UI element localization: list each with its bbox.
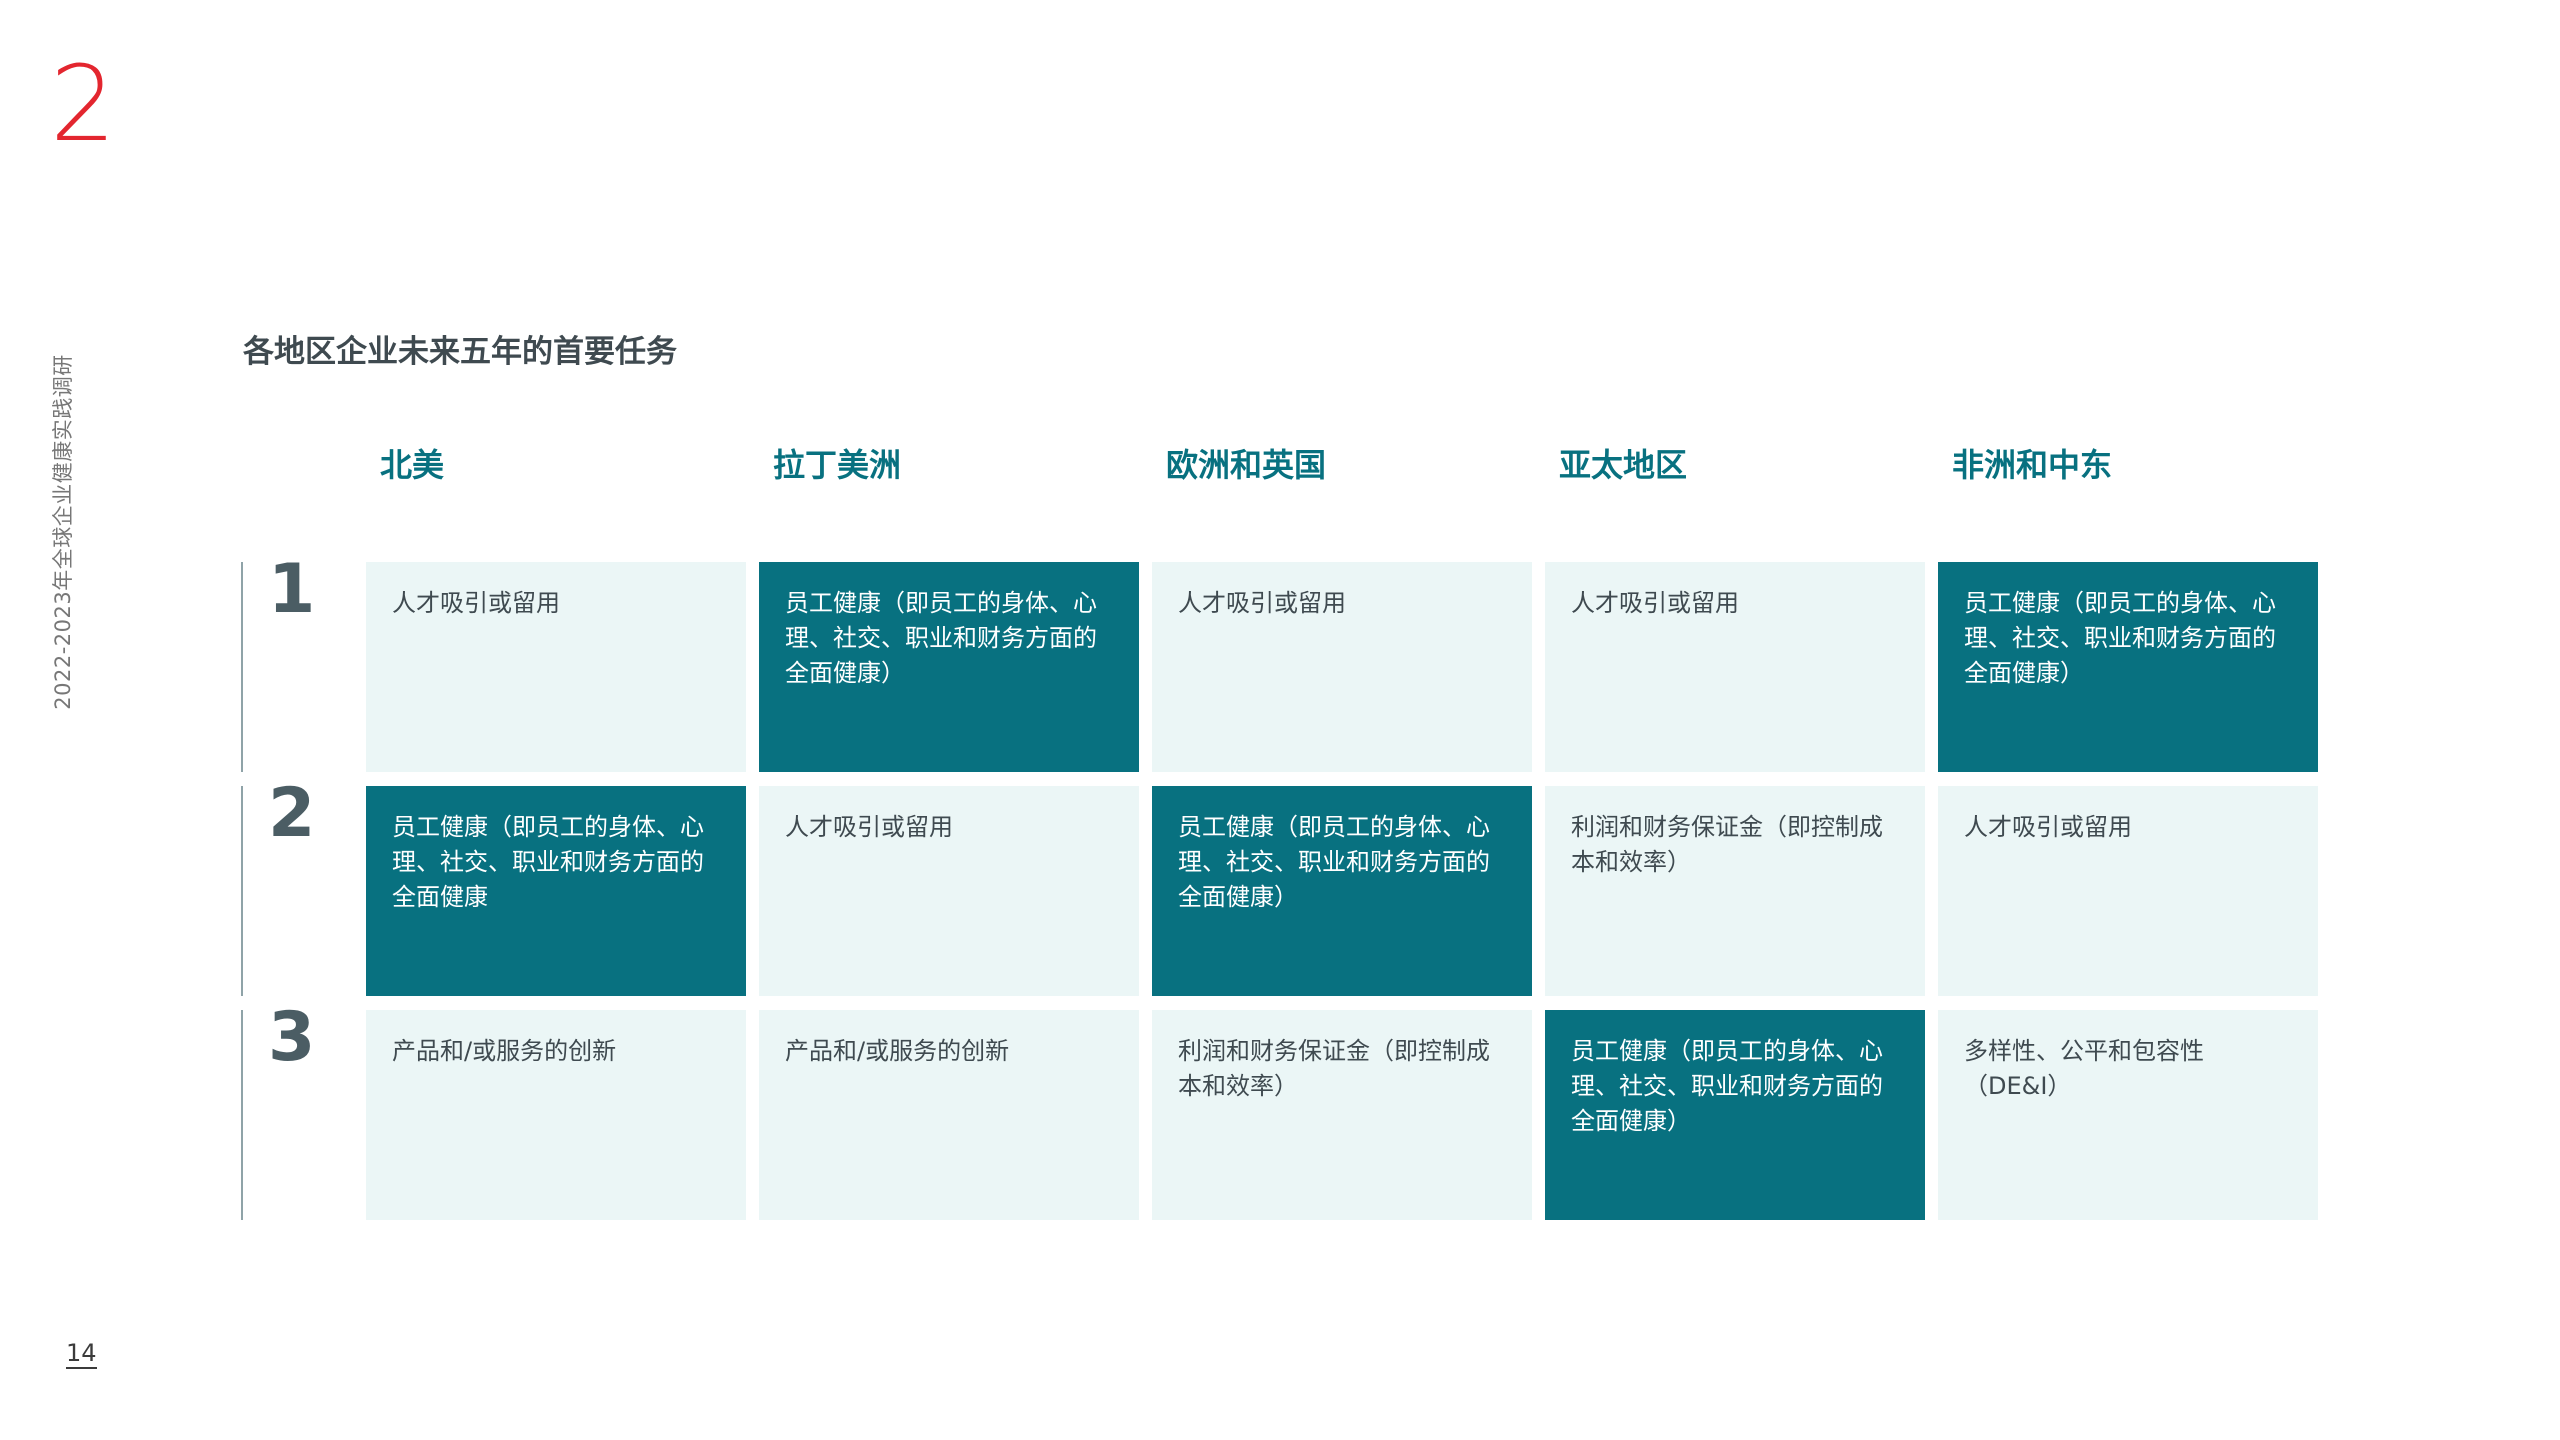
cell-r1-asia-pacific: 人才吸引或留用 — [1545, 562, 1925, 772]
cell-r3-europe-uk: 利润和财务保证金（即控制成本和效率） — [1152, 1010, 1532, 1220]
region-header-latin-america: 拉丁美洲 — [773, 446, 902, 484]
region-header-asia-pacific: 亚太地区 — [1559, 446, 1688, 484]
cell-r3-africa-middle-east: 多样性、公平和包容性（DE&I） — [1938, 1010, 2318, 1220]
cell-r1-africa-middle-east: 员工健康（即员工的身体、心理、社交、职业和财务方面的全面健康） — [1938, 562, 2318, 772]
page-title: 各地区企业未来五年的首要任务 — [243, 334, 677, 370]
page-number: 14 — [66, 1340, 97, 1370]
cell-r2-africa-middle-east: 人才吸引或留用 — [1938, 786, 2318, 996]
rank-2: 2 — [268, 774, 316, 853]
cell-r2-asia-pacific: 利润和财务保证金（即控制成本和效率） — [1545, 786, 1925, 996]
region-header-europe-uk: 欧洲和英国 — [1166, 446, 1327, 484]
cell-r2-latin-america: 人才吸引或留用 — [759, 786, 1139, 996]
rank-3: 3 — [268, 998, 316, 1077]
rank-1: 1 — [268, 550, 316, 629]
cell-r1-latin-america: 员工健康（即员工的身体、心理、社交、职业和财务方面的全面健康） — [759, 562, 1139, 772]
row-divider-line — [241, 1010, 243, 1220]
cell-r1-europe-uk: 人才吸引或留用 — [1152, 562, 1532, 772]
report-side-label: 2022-2023年全球企业健康实践调研 — [51, 354, 75, 710]
cell-r2-north-america: 员工健康（即员工的身体、心理、社交、职业和财务方面的全面健康 — [366, 786, 746, 996]
cell-r3-north-america: 产品和/或服务的创新 — [366, 1010, 746, 1220]
cell-r1-north-america: 人才吸引或留用 — [366, 562, 746, 772]
region-header-africa-middle-east: 非洲和中东 — [1952, 446, 2113, 484]
section-number: 2 — [50, 43, 117, 165]
cell-r3-latin-america: 产品和/或服务的创新 — [759, 1010, 1139, 1220]
row-divider-line — [241, 786, 243, 996]
row-divider-line — [241, 562, 243, 772]
cell-r3-asia-pacific: 员工健康（即员工的身体、心理、社交、职业和财务方面的全面健康） — [1545, 1010, 1925, 1220]
cell-r2-europe-uk: 员工健康（即员工的身体、心理、社交、职业和财务方面的全面健康） — [1152, 786, 1532, 996]
region-header-north-america: 北美 — [380, 446, 445, 484]
